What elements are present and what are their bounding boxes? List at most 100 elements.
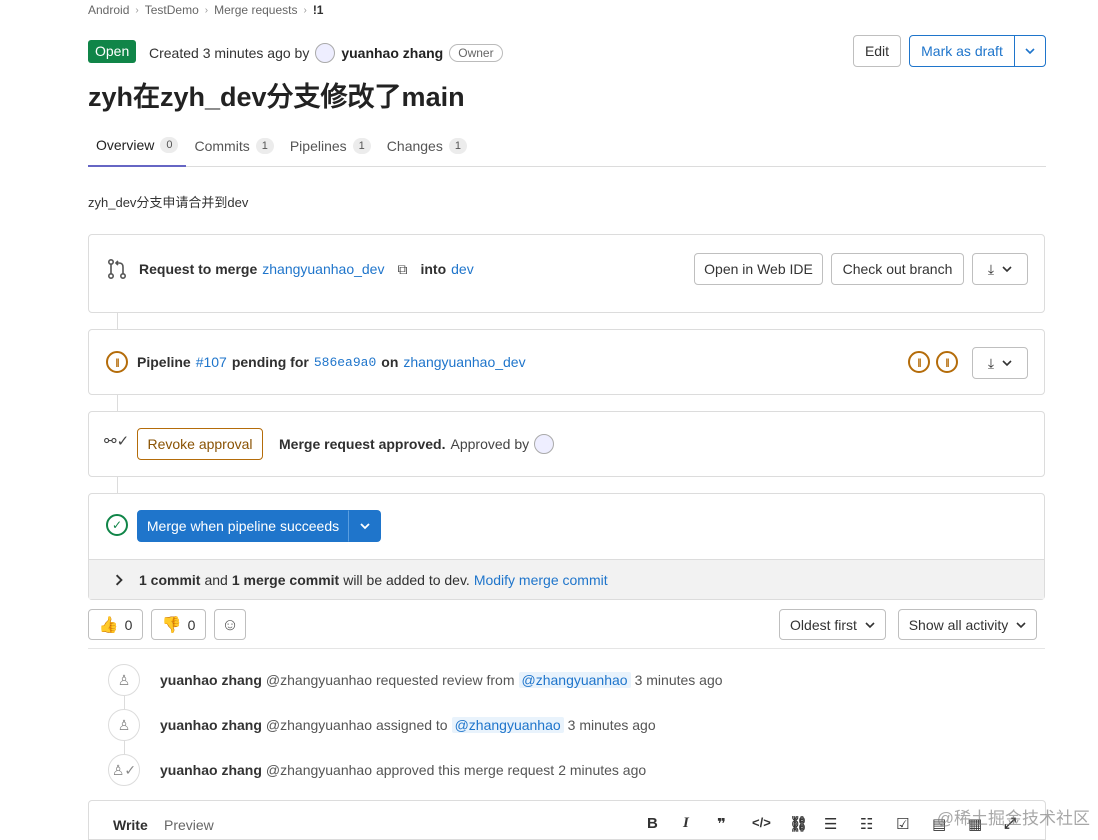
activity-time: 2 minutes ago (558, 762, 647, 778)
pending-for-label: pending for (231, 354, 309, 370)
pipeline-row: || Pipeline #107 pending for 586ea9a0 on… (106, 351, 526, 373)
tab-label: Pipelines (289, 138, 347, 154)
pipeline-branch-link[interactable]: zhangyuanhao_dev (403, 354, 525, 370)
chevron-right-icon[interactable] (113, 574, 125, 586)
preview-tab[interactable]: Preview (164, 817, 214, 833)
check-out-branch-button[interactable]: Check out branch (831, 253, 964, 285)
stage-pending-icon[interactable]: || (908, 351, 930, 373)
chevron-down-icon (1002, 360, 1012, 367)
stage-pending-icon[interactable]: || (936, 351, 958, 373)
role-badge: Owner (449, 44, 503, 62)
pipeline-label: Pipeline (137, 354, 191, 370)
link-icon[interactable]: ⛓ (789, 815, 808, 833)
thumbs-down-icon: 👎 (161, 616, 182, 634)
chevron-down-icon (359, 523, 370, 530)
activity-time: 3 minutes ago (634, 672, 723, 688)
bold-icon[interactable]: B (647, 815, 658, 832)
numbered-list-icon[interactable]: ☷ (860, 815, 873, 833)
activity-item: yuanhao zhang @zhangyuanhao approved thi… (160, 762, 646, 778)
pipeline-pending-icon[interactable]: || (106, 351, 128, 373)
activity-item: yuanhao zhang @zhangyuanhao requested re… (160, 672, 723, 688)
download-icon: ⤓ (987, 354, 995, 371)
user-icon: ♙ (108, 664, 140, 696)
task-list-icon[interactable]: ☑ (896, 815, 909, 833)
breadcrumb: Android › TestDemo › Merge requests › !1 (88, 3, 323, 17)
check-circle-icon: ✓ (106, 514, 128, 536)
download-dropdown-button[interactable]: ⤓ (972, 253, 1028, 285)
mark-as-draft-button[interactable]: Mark as draft (909, 35, 1015, 67)
status-badge: Open (88, 40, 137, 63)
code-icon[interactable]: </> (752, 815, 771, 830)
chevron-down-icon (1016, 621, 1026, 628)
approval-user-check-icon: ⚯✓ (104, 433, 130, 450)
activity-filter-label: Show all activity (908, 616, 1009, 633)
sort-order-dropdown[interactable]: Oldest first (779, 609, 886, 640)
approver-avatar[interactable] (534, 434, 555, 454)
breadcrumb-android[interactable]: Android (88, 3, 129, 17)
activity-author[interactable]: yuanhao zhang (160, 717, 262, 733)
pipeline-download-dropdown[interactable]: ⤓ (972, 347, 1028, 379)
merge-commit-count: 1 merge commit (231, 571, 340, 588)
connector-line (117, 394, 118, 412)
author-avatar[interactable] (315, 43, 336, 63)
chevron-down-icon (1002, 266, 1012, 273)
merge-when-pipeline-succeeds-button[interactable]: Merge when pipeline succeeds (137, 510, 349, 542)
tab-count: 1 (448, 138, 467, 154)
pipeline-id-link[interactable]: #107 (196, 354, 227, 370)
activity-mention[interactable]: @zhangyuanhao (451, 717, 564, 733)
user-check-icon: ♙✓ (108, 754, 140, 786)
watermark: @稀土掘金技术社区 (936, 809, 1090, 828)
source-branch-link[interactable]: zhangyuanhao_dev (262, 261, 384, 277)
copy-icon[interactable]: ⧉ (397, 261, 407, 278)
activity-mention[interactable]: @zhangyuanhao (518, 672, 631, 688)
activity-action: approved this merge request (375, 762, 555, 778)
tab-label: Changes (386, 138, 443, 154)
breadcrumb-current[interactable]: !1 (313, 3, 324, 17)
page-title: zyh在zyh_dev分支修改了main (88, 82, 465, 112)
chevron-right-icon: › (303, 4, 307, 16)
thumbs-up-button[interactable]: 👍 0 (88, 609, 143, 640)
chevron-right-icon: › (204, 4, 209, 16)
activity-handle: @zhangyuanhao (265, 717, 372, 733)
open-web-ide-button[interactable]: Open in Web IDE (694, 253, 823, 285)
tab-label: Commits (194, 138, 250, 154)
commit-summary-bar: 1 commit and 1 merge commit will be adde… (89, 559, 1044, 599)
activity-author[interactable]: yuanhao zhang (160, 672, 262, 688)
commit-sha-link[interactable]: 586ea9a0 (314, 355, 376, 370)
add-reaction-button[interactable]: ☺ (214, 609, 246, 640)
and-text: and (204, 571, 228, 588)
approved-label: Merge request approved. (279, 436, 446, 452)
thumbs-down-count: 0 (187, 616, 196, 633)
bullet-list-icon[interactable]: ☰ (824, 815, 837, 833)
request-to-merge-row: Request to merge zhangyuanhao_dev ⧉ into… (106, 258, 474, 280)
tab-changes[interactable]: Changes 1 (379, 125, 475, 167)
approval-status-row: Merge request approved. Approved by (279, 434, 555, 454)
tab-commits[interactable]: Commits 1 (186, 125, 281, 167)
chevron-right-icon: › (135, 4, 139, 16)
target-branch-link[interactable]: dev (451, 261, 474, 277)
author-link[interactable]: yuanhao zhang (341, 45, 443, 61)
activity-filter-dropdown[interactable]: Show all activity (898, 609, 1037, 640)
draft-dropdown-button[interactable] (1014, 35, 1046, 67)
write-tab[interactable]: Write (113, 817, 148, 833)
tab-count: 0 (160, 137, 179, 153)
activity-handle: @zhangyuanhao (265, 762, 372, 778)
revoke-approval-button[interactable]: Revoke approval (137, 428, 263, 460)
request-to-merge-label: Request to merge (139, 261, 258, 277)
merge-options-dropdown[interactable] (348, 510, 381, 542)
activity-author[interactable]: yuanhao zhang (160, 762, 262, 778)
mr-description: zyh_dev分支申请合并到dev (88, 195, 249, 210)
connector-line (117, 312, 118, 330)
quote-icon[interactable]: ❞ (717, 815, 726, 833)
modify-merge-commit-link[interactable]: Modify merge commit (474, 572, 608, 588)
connector-line (117, 476, 118, 494)
tab-pipelines[interactable]: Pipelines 1 (282, 125, 379, 167)
edit-button[interactable]: Edit (853, 35, 901, 67)
created-info: Created 3 minutes ago by yuanhao zhang O… (149, 43, 503, 63)
thumbs-down-button[interactable]: 👎 0 (151, 609, 206, 640)
approved-by-label: Approved by (450, 436, 530, 452)
tab-overview[interactable]: Overview 0 (88, 125, 187, 167)
breadcrumb-merge-requests[interactable]: Merge requests (214, 3, 297, 17)
italic-icon[interactable]: I (683, 815, 689, 832)
breadcrumb-testdemo[interactable]: TestDemo (145, 3, 199, 17)
